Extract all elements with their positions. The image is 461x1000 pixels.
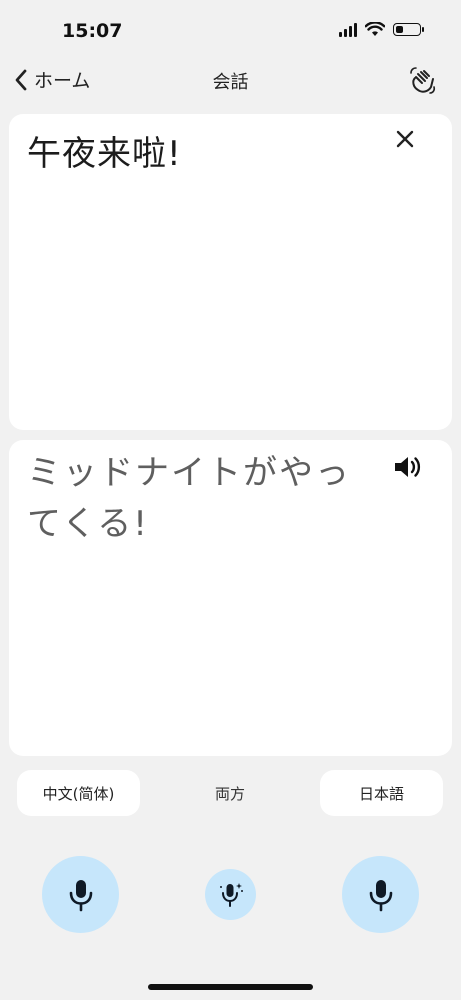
translation-text: ミッドナイトがやってくる! xyxy=(27,453,351,544)
target-mic-button[interactable] xyxy=(342,856,419,933)
microphone-icon xyxy=(69,879,92,911)
status-icons xyxy=(339,22,424,37)
page-title: 会話 xyxy=(212,72,249,93)
waving-hand-icon xyxy=(410,67,436,94)
both-languages-button[interactable]: 両方 xyxy=(180,770,280,816)
wifi-icon xyxy=(365,22,385,36)
source-text-card: 午夜来啦! xyxy=(9,114,452,430)
speaker-icon xyxy=(395,457,421,477)
wave-button[interactable] xyxy=(407,64,439,96)
auto-detect-mic-button[interactable] xyxy=(205,869,256,920)
cellular-signal-icon xyxy=(339,22,357,37)
source-text: 午夜来啦! xyxy=(27,134,182,174)
status-time: 15:07 xyxy=(62,20,123,42)
status-bar: 15:07 xyxy=(0,0,461,60)
home-indicator xyxy=(148,984,313,990)
nav-bar: ホーム 会話 xyxy=(0,58,461,102)
sparkle-microphone-icon xyxy=(219,882,243,907)
target-language-button[interactable]: 日本語 xyxy=(320,770,443,816)
speaker-button[interactable] xyxy=(392,452,422,482)
battery-icon xyxy=(393,23,424,36)
clear-button[interactable] xyxy=(394,128,416,150)
translation-card: ミッドナイトがやってくる! xyxy=(9,440,452,756)
source-language-button[interactable]: 中文(简体) xyxy=(17,770,140,816)
source-mic-button[interactable] xyxy=(42,856,119,933)
battery-level xyxy=(396,26,403,33)
close-icon xyxy=(396,130,414,148)
microphone-icon xyxy=(369,879,392,911)
